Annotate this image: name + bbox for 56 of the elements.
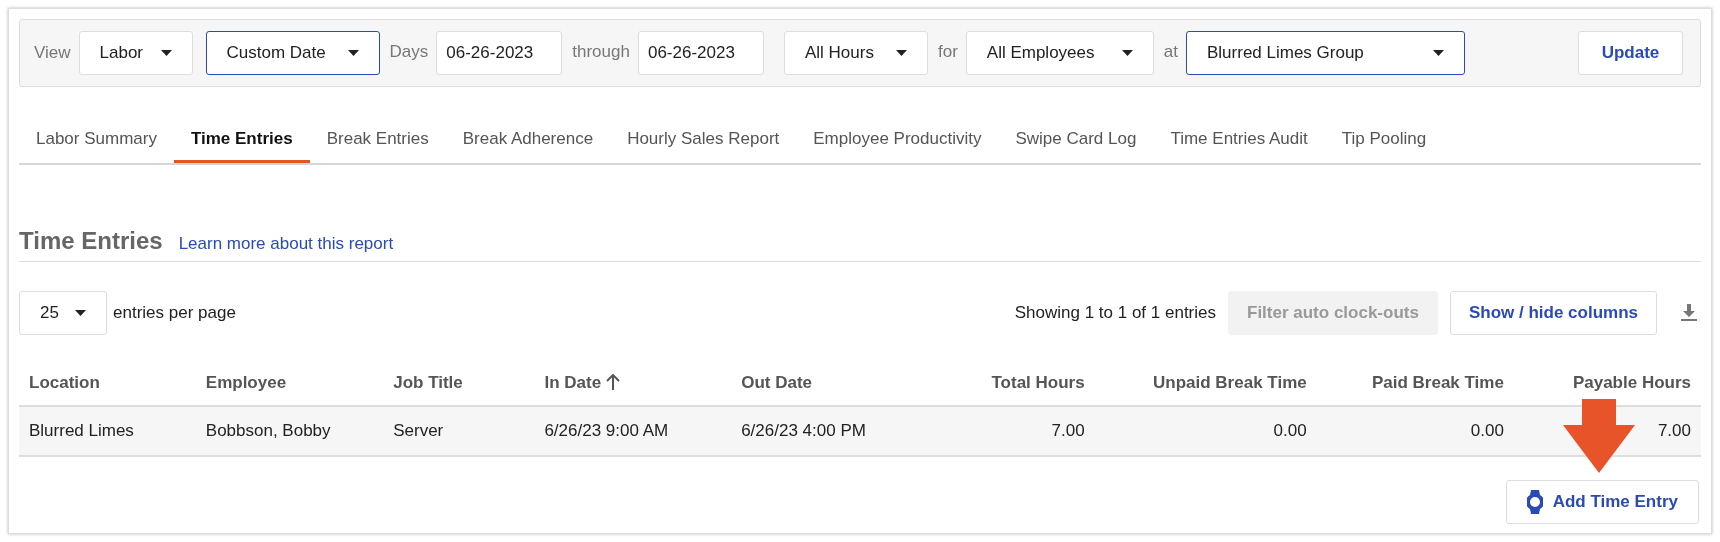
toolbar-button[interactable]: Show / hide columns [1449, 291, 1657, 335]
report-tab[interactable]: Break Adherence [445, 117, 611, 163]
caret-icon [160, 50, 172, 56]
table-cell: Server [393, 421, 444, 440]
dropdown[interactable]: All Hours [783, 31, 928, 75]
caret-icon [1433, 50, 1444, 56]
table-cell: 6/26/23 4:00 PM [741, 421, 866, 440]
report-tab[interactable]: Hourly Sales Report [610, 117, 797, 163]
table-cell: Blurred Limes [29, 421, 134, 440]
report-tab[interactable]: Tip Pooling [1324, 117, 1444, 163]
watch-icon [1526, 490, 1543, 514]
table-cell: 7.00 [1657, 421, 1691, 440]
table-cell: 0.00 [1470, 421, 1504, 440]
table-cell: 7.00 [1051, 421, 1085, 440]
column-header[interactable]: Employee [205, 373, 287, 392]
dropdown[interactable]: Blurred Limes Group [1186, 31, 1465, 75]
entries-count: Showing 1 to 1 of 1 entries [1014, 303, 1216, 323]
table-cell: 6/26/23 9:00 AM [544, 421, 669, 440]
filter-label: at [1163, 41, 1178, 62]
download-icon[interactable] [1681, 304, 1697, 322]
date-field[interactable]: 06-26-2023 [436, 31, 563, 75]
sort-ascending-icon[interactable] [605, 374, 620, 390]
column-header[interactable]: Location [29, 373, 100, 392]
caret-icon [895, 50, 907, 56]
update-button[interactable]: Update [1578, 31, 1683, 75]
column-header[interactable]: Job Title [393, 373, 463, 392]
dropdown[interactable]: Labor [78, 31, 193, 75]
report-tab[interactable]: Break Entries [309, 117, 446, 163]
column-header[interactable]: Out Date [741, 373, 812, 392]
filter-label: through [572, 41, 630, 62]
report-tab[interactable]: Time Entries Audit [1153, 117, 1325, 163]
report-tab[interactable]: Labor Summary [19, 117, 174, 163]
add-time-entry-button[interactable]: Add Time Entry [1505, 480, 1699, 524]
caret-icon [347, 50, 359, 56]
help-link[interactable]: Learn more about this report [178, 234, 394, 254]
table-cell: Bobbson, Bobby [205, 421, 331, 440]
caret-icon [1121, 50, 1133, 56]
report-title: Time Entries [19, 227, 163, 255]
dropdown[interactable]: Custom Date [205, 31, 380, 75]
page-size-label: entries per page [113, 303, 236, 323]
column-header[interactable]: Total Hours [991, 373, 1085, 392]
column-header[interactable]: Unpaid Break Time [1153, 373, 1307, 392]
filter-label: View [34, 43, 71, 63]
page-size-dropdown[interactable]: 25 [19, 291, 107, 335]
caret-icon [75, 310, 86, 316]
column-header[interactable]: Payable Hours [1572, 373, 1691, 392]
table-cell: 0.00 [1273, 421, 1307, 440]
report-tab[interactable]: Time Entries [173, 117, 310, 163]
dropdown[interactable]: All Employees [965, 31, 1154, 75]
filter-label: for [937, 41, 958, 62]
column-header[interactable]: Paid Break Time [1371, 373, 1504, 392]
filter-label: Days [389, 41, 429, 62]
report-tab[interactable]: Employee Productivity [796, 117, 999, 163]
date-field[interactable]: 06-26-2023 [637, 31, 764, 75]
column-header[interactable]: In Date [544, 373, 602, 392]
report-tab[interactable]: Swipe Card Log [998, 117, 1154, 163]
